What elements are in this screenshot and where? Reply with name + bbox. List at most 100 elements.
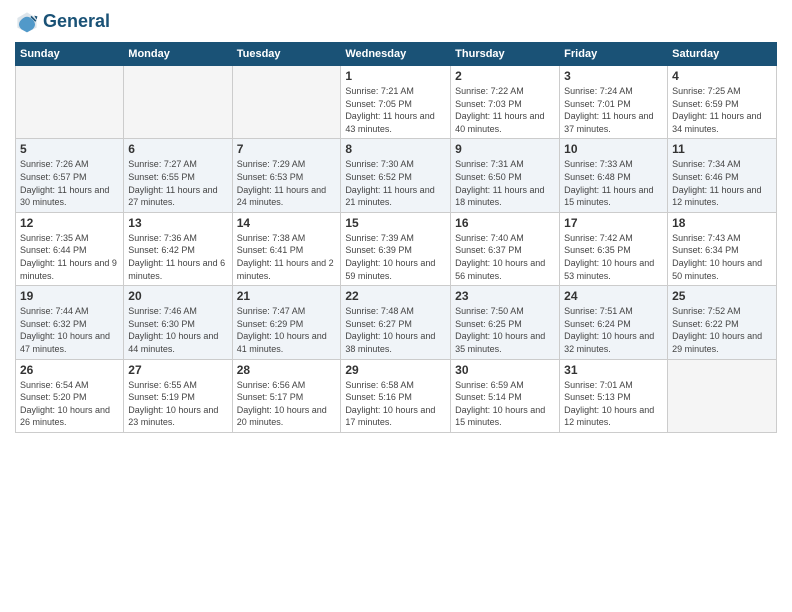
day-number: 18 — [672, 216, 772, 230]
calendar-cell: 17 Sunrise: 7:42 AM Sunset: 6:35 PM Dayli… — [560, 212, 668, 285]
day-number: 4 — [672, 69, 772, 83]
calendar-cell: 26 Sunrise: 6:54 AM Sunset: 5:20 PM Dayli… — [16, 359, 124, 432]
day-info: Sunrise: 7:29 AM Sunset: 6:53 PM Dayligh… — [237, 158, 337, 208]
calendar-cell: 13 Sunrise: 7:36 AM Sunset: 6:42 PM Dayli… — [124, 212, 232, 285]
day-number: 2 — [455, 69, 555, 83]
day-info: Sunrise: 6:58 AM Sunset: 5:16 PM Dayligh… — [345, 379, 446, 429]
calendar-cell: 9 Sunrise: 7:31 AM Sunset: 6:50 PM Daylig… — [451, 139, 560, 212]
calendar-week-row: 12 Sunrise: 7:35 AM Sunset: 6:44 PM Dayli… — [16, 212, 777, 285]
day-info: Sunrise: 7:50 AM Sunset: 6:25 PM Dayligh… — [455, 305, 555, 355]
day-info: Sunrise: 6:55 AM Sunset: 5:19 PM Dayligh… — [128, 379, 227, 429]
calendar-cell: 6 Sunrise: 7:27 AM Sunset: 6:55 PM Daylig… — [124, 139, 232, 212]
day-number: 7 — [237, 142, 337, 156]
day-info: Sunrise: 7:46 AM Sunset: 6:30 PM Dayligh… — [128, 305, 227, 355]
day-number: 24 — [564, 289, 663, 303]
day-info: Sunrise: 7:40 AM Sunset: 6:37 PM Dayligh… — [455, 232, 555, 282]
weekday-header-thursday: Thursday — [451, 43, 560, 66]
calendar-week-row: 1 Sunrise: 7:21 AM Sunset: 7:05 PM Daylig… — [16, 66, 777, 139]
weekday-header-saturday: Saturday — [668, 43, 777, 66]
day-number: 11 — [672, 142, 772, 156]
day-number: 8 — [345, 142, 446, 156]
calendar-cell: 20 Sunrise: 7:46 AM Sunset: 6:30 PM Dayli… — [124, 286, 232, 359]
day-number: 20 — [128, 289, 227, 303]
calendar-cell: 2Sunrise: 7:22 AM Sunset: 7:03 PM Daylig… — [451, 66, 560, 139]
day-number: 17 — [564, 216, 663, 230]
day-number: 6 — [128, 142, 227, 156]
day-info: Sunrise: 7:24 AM Sunset: 7:01 PM Dayligh… — [564, 85, 663, 135]
day-info: Sunrise: 7:42 AM Sunset: 6:35 PM Dayligh… — [564, 232, 663, 282]
day-number: 23 — [455, 289, 555, 303]
logo: General — [15, 10, 110, 34]
calendar-cell: 15 Sunrise: 7:39 AM Sunset: 6:39 PM Dayli… — [341, 212, 451, 285]
weekday-header-monday: Monday — [124, 43, 232, 66]
day-number: 16 — [455, 216, 555, 230]
day-info: Sunrise: 7:31 AM Sunset: 6:50 PM Dayligh… — [455, 158, 555, 208]
day-info: Sunrise: 7:35 AM Sunset: 6:44 PM Dayligh… — [20, 232, 119, 282]
weekday-header-row: SundayMondayTuesdayWednesdayThursdayFrid… — [16, 43, 777, 66]
day-info: Sunrise: 7:38 AM Sunset: 6:41 PM Dayligh… — [237, 232, 337, 282]
day-number: 3 — [564, 69, 663, 83]
calendar-cell: 11Sunrise: 7:34 AM Sunset: 6:46 PM Dayli… — [668, 139, 777, 212]
calendar-cell: 27 Sunrise: 6:55 AM Sunset: 5:19 PM Dayli… — [124, 359, 232, 432]
day-info: Sunrise: 7:26 AM Sunset: 6:57 PM Dayligh… — [20, 158, 119, 208]
calendar-cell — [16, 66, 124, 139]
day-info: Sunrise: 7:52 AM Sunset: 6:22 PM Dayligh… — [672, 305, 772, 355]
day-info: Sunrise: 6:59 AM Sunset: 5:14 PM Dayligh… — [455, 379, 555, 429]
day-info: Sunrise: 7:44 AM Sunset: 6:32 PM Dayligh… — [20, 305, 119, 355]
calendar-cell: 28 Sunrise: 6:56 AM Sunset: 5:17 PM Dayli… — [232, 359, 341, 432]
day-number: 28 — [237, 363, 337, 377]
day-number: 13 — [128, 216, 227, 230]
day-info: Sunrise: 7:43 AM Sunset: 6:34 PM Dayligh… — [672, 232, 772, 282]
calendar-cell: 19 Sunrise: 7:44 AM Sunset: 6:32 PM Dayli… — [16, 286, 124, 359]
day-number: 19 — [20, 289, 119, 303]
calendar-cell: 31 Sunrise: 7:01 AM Sunset: 5:13 PM Dayli… — [560, 359, 668, 432]
day-info: Sunrise: 7:47 AM Sunset: 6:29 PM Dayligh… — [237, 305, 337, 355]
calendar-cell — [124, 66, 232, 139]
day-info: Sunrise: 7:48 AM Sunset: 6:27 PM Dayligh… — [345, 305, 446, 355]
day-number: 26 — [20, 363, 119, 377]
calendar-cell: 16 Sunrise: 7:40 AM Sunset: 6:37 PM Dayli… — [451, 212, 560, 285]
weekday-header-wednesday: Wednesday — [341, 43, 451, 66]
day-number: 1 — [345, 69, 446, 83]
day-info: Sunrise: 7:30 AM Sunset: 6:52 PM Dayligh… — [345, 158, 446, 208]
day-number: 31 — [564, 363, 663, 377]
day-number: 9 — [455, 142, 555, 156]
day-number: 25 — [672, 289, 772, 303]
calendar-cell — [232, 66, 341, 139]
calendar-cell: 23 Sunrise: 7:50 AM Sunset: 6:25 PM Dayli… — [451, 286, 560, 359]
day-info: Sunrise: 6:54 AM Sunset: 5:20 PM Dayligh… — [20, 379, 119, 429]
day-number: 22 — [345, 289, 446, 303]
day-number: 27 — [128, 363, 227, 377]
calendar-cell: 24Sunrise: 7:51 AM Sunset: 6:24 PM Dayli… — [560, 286, 668, 359]
calendar-week-row: 5Sunrise: 7:26 AM Sunset: 6:57 PM Daylig… — [16, 139, 777, 212]
calendar-week-row: 26 Sunrise: 6:54 AM Sunset: 5:20 PM Dayli… — [16, 359, 777, 432]
logo-text: General — [43, 12, 110, 32]
calendar-cell: 25 Sunrise: 7:52 AM Sunset: 6:22 PM Dayli… — [668, 286, 777, 359]
calendar-cell: 29 Sunrise: 6:58 AM Sunset: 5:16 PM Dayli… — [341, 359, 451, 432]
day-info: Sunrise: 7:25 AM Sunset: 6:59 PM Dayligh… — [672, 85, 772, 135]
calendar-cell: 14 Sunrise: 7:38 AM Sunset: 6:41 PM Dayli… — [232, 212, 341, 285]
calendar-cell: 22 Sunrise: 7:48 AM Sunset: 6:27 PM Dayli… — [341, 286, 451, 359]
day-number: 12 — [20, 216, 119, 230]
weekday-header-sunday: Sunday — [16, 43, 124, 66]
day-info: Sunrise: 7:36 AM Sunset: 6:42 PM Dayligh… — [128, 232, 227, 282]
day-info: Sunrise: 7:01 AM Sunset: 5:13 PM Dayligh… — [564, 379, 663, 429]
day-number: 29 — [345, 363, 446, 377]
day-info: Sunrise: 6:56 AM Sunset: 5:17 PM Dayligh… — [237, 379, 337, 429]
day-info: Sunrise: 7:33 AM Sunset: 6:48 PM Dayligh… — [564, 158, 663, 208]
day-number: 21 — [237, 289, 337, 303]
calendar-week-row: 19 Sunrise: 7:44 AM Sunset: 6:32 PM Dayli… — [16, 286, 777, 359]
calendar-cell: 5Sunrise: 7:26 AM Sunset: 6:57 PM Daylig… — [16, 139, 124, 212]
weekday-header-tuesday: Tuesday — [232, 43, 341, 66]
calendar-cell: 21 Sunrise: 7:47 AM Sunset: 6:29 PM Dayli… — [232, 286, 341, 359]
day-info: Sunrise: 7:27 AM Sunset: 6:55 PM Dayligh… — [128, 158, 227, 208]
calendar-cell: 7 Sunrise: 7:29 AM Sunset: 6:53 PM Daylig… — [232, 139, 341, 212]
day-info: Sunrise: 7:21 AM Sunset: 7:05 PM Dayligh… — [345, 85, 446, 135]
calendar-cell: 3 Sunrise: 7:24 AM Sunset: 7:01 PM Daylig… — [560, 66, 668, 139]
day-number: 14 — [237, 216, 337, 230]
calendar-cell: 30Sunrise: 6:59 AM Sunset: 5:14 PM Dayli… — [451, 359, 560, 432]
day-number: 15 — [345, 216, 446, 230]
calendar-cell — [668, 359, 777, 432]
day-info: Sunrise: 7:39 AM Sunset: 6:39 PM Dayligh… — [345, 232, 446, 282]
calendar-cell: 12 Sunrise: 7:35 AM Sunset: 6:44 PM Dayli… — [16, 212, 124, 285]
